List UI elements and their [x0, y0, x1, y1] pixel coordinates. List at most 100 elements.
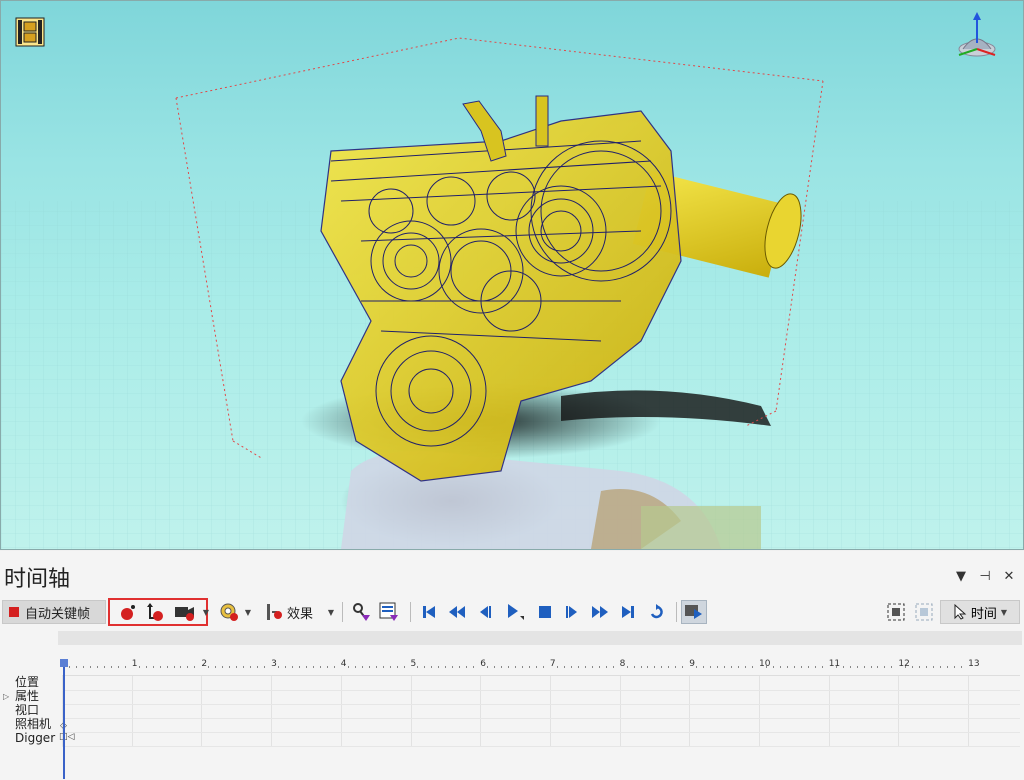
track-label[interactable]: 照相机	[15, 717, 55, 731]
ruler-minor-tick	[326, 666, 328, 668]
ruler-minor-tick	[675, 666, 677, 668]
grid-column-line	[689, 676, 691, 746]
view-cube-gizmo-icon[interactable]	[951, 11, 1003, 67]
ruler-tick-label: 12	[898, 659, 910, 669]
ruler-minor-tick	[152, 666, 154, 668]
ruler-tick-label: 1	[131, 659, 138, 669]
ruler-tick-label: 5	[410, 659, 417, 669]
effects-button[interactable]: 效果	[260, 600, 318, 624]
ruler-minor-tick	[731, 666, 733, 668]
animation-settings-icon[interactable]	[216, 600, 242, 624]
playhead-handle[interactable]	[60, 659, 68, 667]
track-filter-icon[interactable]	[376, 600, 402, 624]
ruler-minor-tick	[954, 666, 956, 668]
next-frame-icon[interactable]	[561, 600, 583, 624]
track-label[interactable]: 视口	[15, 703, 55, 717]
3d-viewport[interactable]	[0, 0, 1024, 550]
ruler-minor-tick	[598, 666, 600, 668]
ruler-minor-tick	[926, 666, 928, 668]
panel-menu-dropdown[interactable]: ▼	[954, 569, 968, 584]
ruler-minor-tick	[640, 666, 642, 668]
ruler-minor-tick	[438, 666, 440, 668]
camera-keyframe-dropdown-icon[interactable]: ▼	[201, 600, 211, 624]
expand-triangle-icon[interactable]: ▷	[3, 692, 9, 701]
auto-keyframe-button[interactable]: 自动关键帧	[2, 600, 106, 624]
rewind-icon[interactable]	[446, 600, 468, 624]
ruler-minor-tick	[194, 666, 196, 668]
ruler-minor-tick	[236, 666, 238, 668]
grid-column-line	[898, 676, 900, 746]
fast-forward-icon[interactable]	[589, 600, 611, 624]
ruler-minor-tick	[501, 666, 503, 668]
close-icon[interactable]: ✕	[1002, 569, 1016, 584]
ruler-minor-tick	[772, 666, 774, 668]
ruler-minor-tick	[257, 666, 259, 668]
stop-icon[interactable]	[534, 600, 556, 624]
ruler-minor-tick	[250, 666, 252, 668]
go-to-end-icon[interactable]	[617, 600, 639, 624]
ruler-minor-tick	[633, 666, 635, 668]
time-ruler[interactable]: 012345678910111213	[62, 659, 1022, 675]
ruler-minor-tick	[919, 666, 921, 668]
film-strip-icon[interactable]	[15, 17, 45, 51]
ruler-minor-tick	[905, 666, 907, 668]
loop-icon[interactable]	[645, 600, 669, 624]
ruler-minor-tick	[389, 666, 391, 668]
grid-row-line	[62, 732, 1020, 733]
pin-icon[interactable]: ⊣	[978, 569, 992, 584]
grid-column-line	[549, 676, 551, 746]
ruler-minor-tick	[814, 666, 816, 668]
3d-scene[interactable]	[1, 1, 1023, 549]
record-position-keyframe-icon[interactable]	[116, 600, 140, 624]
ruler-minor-tick	[682, 666, 684, 668]
ruler-minor-tick	[298, 666, 300, 668]
ruler-minor-tick	[180, 666, 182, 668]
ruler-minor-tick	[752, 666, 754, 668]
effects-icon	[266, 604, 282, 620]
ruler-minor-tick	[745, 666, 747, 668]
ruler-minor-tick	[264, 666, 266, 668]
ruler-minor-tick	[793, 666, 795, 668]
zoom-selection-icon[interactable]	[912, 600, 936, 624]
go-to-start-icon[interactable]	[418, 600, 440, 624]
track-label[interactable]: Digger	[15, 731, 55, 745]
camera-key-marker[interactable]: □◁	[59, 732, 74, 742]
ruler-minor-tick	[542, 666, 544, 668]
ruler-minor-tick	[786, 666, 788, 668]
previous-frame-icon[interactable]	[474, 600, 496, 624]
ruler-minor-tick	[361, 666, 363, 668]
record-transform-keyframe-icon[interactable]	[142, 600, 166, 624]
track-label[interactable]: 位置	[15, 675, 55, 689]
track-grid[interactable]	[62, 675, 1020, 747]
ruler-minor-tick	[807, 666, 809, 668]
ruler-minor-tick	[696, 666, 698, 668]
grid-column-line	[271, 676, 273, 746]
playhead[interactable]	[63, 659, 65, 779]
chevron-down-icon: ▼	[1000, 607, 1008, 617]
track-label[interactable]: 属性	[15, 689, 55, 703]
ruler-minor-tick	[138, 666, 140, 668]
grid-column-line	[201, 676, 203, 746]
grid-column-line	[759, 676, 760, 746]
time-mode-select[interactable]: 时间 ▼	[940, 600, 1020, 624]
zoom-fit-icon[interactable]	[884, 600, 908, 624]
play-icon[interactable]	[502, 600, 528, 624]
animation-settings-dropdown-icon[interactable]: ▼	[243, 600, 253, 624]
effects-dropdown-icon[interactable]: ▼	[326, 600, 336, 624]
play-in-viewport-icon[interactable]	[681, 600, 707, 624]
ruler-minor-tick	[842, 666, 844, 668]
ruler-minor-tick	[570, 666, 572, 668]
ruler-minor-tick	[626, 666, 628, 668]
ruler-minor-tick	[229, 666, 231, 668]
ruler-tick-label: 10	[759, 659, 771, 669]
key-filter-icon[interactable]	[348, 600, 374, 624]
ruler-minor-tick	[654, 666, 656, 668]
grid-column-line	[968, 676, 970, 746]
time-range-bar[interactable]	[58, 631, 1022, 645]
ruler-minor-tick	[856, 666, 858, 668]
ruler-minor-tick	[528, 666, 530, 668]
ruler-tick-label: 13	[968, 659, 980, 669]
ruler-minor-tick	[452, 666, 454, 668]
ruler-minor-tick	[933, 666, 935, 668]
record-camera-keyframe-icon[interactable]	[170, 600, 200, 624]
